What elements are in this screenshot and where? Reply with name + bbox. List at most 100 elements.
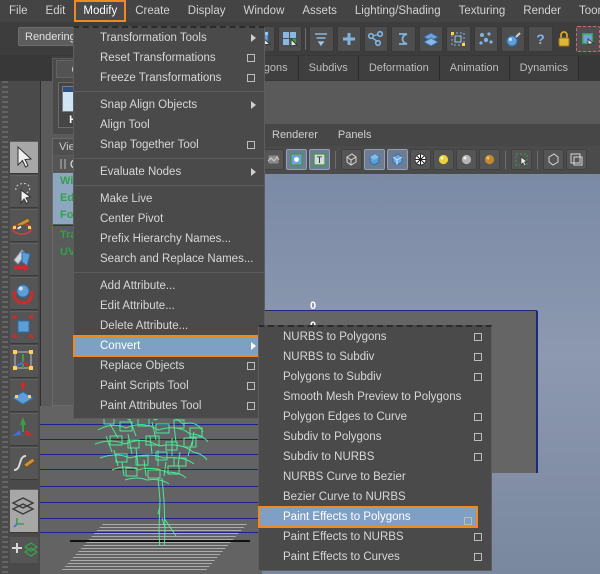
shelf-tab-deformation[interactable]: Deformation	[358, 56, 440, 80]
option-box-icon[interactable]	[474, 453, 482, 461]
smooth-shade-textured-icon[interactable]	[387, 149, 408, 170]
menu-item-search-and-replace-names[interactable]: Search and Replace Names...	[74, 249, 264, 269]
submenu-item-subdiv-to-polygons[interactable]: Subdiv to Polygons	[259, 427, 491, 447]
menu-item-replace-objects[interactable]: Replace Objects	[74, 356, 264, 376]
universal-manipulator-tool-button[interactable]	[10, 345, 38, 378]
quick-layout-buttons[interactable]	[10, 537, 39, 563]
menu-item-prefix-hierarchy-names[interactable]: Prefix Hierarchy Names...	[74, 229, 264, 249]
texture-icon[interactable]	[263, 149, 284, 170]
layers-icon[interactable]	[418, 26, 444, 52]
menu-item-add-attribute[interactable]: Add Attribute...	[74, 276, 264, 296]
render-sequence-icon[interactable]	[277, 26, 303, 52]
menu-item-convert[interactable]: Convert	[73, 335, 265, 357]
menu-item-delete-attribute[interactable]: Delete Attribute...	[74, 316, 264, 336]
option-box-icon[interactable]	[247, 74, 255, 82]
viewport-menu-panels[interactable]: Panels	[328, 124, 382, 146]
option-box-icon[interactable]	[247, 382, 255, 390]
option-box-icon[interactable]	[474, 353, 482, 361]
menu-lighting-shading[interactable]: Lighting/Shading	[346, 0, 450, 22]
option-box-icon[interactable]	[247, 402, 255, 410]
menu-item-center-pivot[interactable]: Center Pivot	[74, 209, 264, 229]
menu-toon[interactable]: Toon	[570, 0, 600, 22]
menu-texturing[interactable]: Texturing	[450, 0, 515, 22]
submenu-item-bezier-curve-to-nurbs[interactable]: Bezier Curve to NURBS	[259, 487, 491, 507]
shelf-tab-animation[interactable]: Animation	[439, 56, 510, 80]
help-question-icon[interactable]: ?	[528, 26, 553, 52]
smooth-shade-icon[interactable]	[364, 149, 385, 170]
paint-sphere-icon[interactable]	[500, 26, 526, 52]
menu-item-paint-scripts-tool[interactable]: Paint Scripts Tool	[74, 376, 264, 396]
menu-file[interactable]: File	[0, 0, 37, 22]
particles-icon[interactable]	[473, 26, 498, 52]
add-plus-icon[interactable]	[336, 26, 361, 52]
menu-item-edit-attribute[interactable]: Edit Attribute...	[74, 296, 264, 316]
menu-edit[interactable]: Edit	[37, 0, 75, 22]
submenu-item-polygons-to-subdiv[interactable]: Polygons to Subdiv	[259, 367, 491, 387]
option-box-icon[interactable]	[474, 413, 482, 421]
option-box-icon[interactable]	[474, 333, 482, 341]
xray-icon[interactable]	[286, 149, 307, 170]
shadows-icon[interactable]	[479, 149, 500, 170]
snapshot-icon[interactable]	[575, 26, 600, 52]
paint-select-tool-button[interactable]	[10, 209, 38, 242]
menu-window[interactable]: Window	[234, 0, 293, 22]
submenu-item-smooth-mesh-preview-to-polygons[interactable]: Smooth Mesh Preview to Polygons	[259, 387, 491, 407]
shelf-tab-dynamics[interactable]: Dynamics	[509, 56, 579, 80]
option-box-icon[interactable]	[247, 362, 255, 370]
submenu-item-paint-effects-to-polygons[interactable]: Paint Effects to Polygons	[258, 506, 478, 528]
perspective-viewport[interactable]	[40, 406, 262, 574]
wireframe-icon[interactable]	[341, 149, 362, 170]
menu-item-transformation-tools[interactable]: Transformation Tools	[74, 28, 264, 48]
option-box-icon[interactable]	[474, 533, 482, 541]
show-manipulator-tool-button[interactable]	[10, 413, 38, 446]
isolate-select-icon[interactable]	[543, 149, 564, 170]
menu-item-snap-together-tool[interactable]: Snap Together Tool	[74, 135, 264, 155]
all-lights-icon[interactable]	[456, 149, 477, 170]
menu-display[interactable]: Display	[179, 0, 235, 22]
selection-marquee-icon[interactable]	[511, 149, 532, 170]
default-light-icon[interactable]	[433, 149, 454, 170]
submenu-item-subdiv-to-nurbs[interactable]: Subdiv to NURBS	[259, 447, 491, 467]
menu-assets[interactable]: Assets	[293, 0, 346, 22]
menu-item-make-live[interactable]: Make Live	[74, 189, 264, 209]
submenu-item-polygon-edges-to-curve[interactable]: Polygon Edges to Curve	[259, 407, 491, 427]
option-box-icon[interactable]	[474, 373, 482, 381]
option-box-icon[interactable]	[474, 433, 482, 441]
ipr-render-icon[interactable]	[309, 26, 334, 52]
submenu-item-paint-effects-to-nurbs[interactable]: Paint Effects to NURBS	[259, 527, 491, 547]
menu-item-snap-align-objects[interactable]: Snap Align Objects	[74, 95, 264, 115]
option-box-icon[interactable]	[247, 141, 255, 149]
submenu-item-paint-effects-to-curves[interactable]: Paint Effects to Curves	[259, 547, 491, 567]
menu-modify[interactable]: Modify	[74, 0, 127, 22]
shelf-tab-subdivs[interactable]: Subdivs	[298, 56, 359, 80]
lasso-select-tool-button[interactable]	[10, 175, 38, 208]
xray-joints-icon[interactable]	[566, 149, 587, 170]
viewport-menu-renderer[interactable]: Renderer	[262, 124, 328, 146]
selection-box-icon[interactable]	[446, 26, 471, 52]
curve-icon[interactable]	[391, 26, 416, 52]
last-tool-used-button[interactable]	[10, 447, 38, 480]
scale-tool-button[interactable]	[10, 311, 38, 344]
text-icon[interactable]: T	[309, 149, 330, 170]
menu-item-freeze-transformations[interactable]: Freeze Transformations	[74, 68, 264, 88]
menu-create[interactable]: Create	[126, 0, 179, 22]
menu-item-align-tool[interactable]: Align Tool	[74, 115, 264, 135]
menu-render[interactable]: Render	[514, 0, 570, 22]
option-box-icon[interactable]	[247, 54, 255, 62]
submenu-item-nurbs-to-polygons[interactable]: NURBS to Polygons	[259, 327, 491, 347]
option-box-icon[interactable]	[474, 553, 482, 561]
toolbox-grip[interactable]	[2, 81, 8, 574]
rotate-tool-button[interactable]	[10, 277, 38, 310]
layout-quad-view-button[interactable]	[10, 489, 38, 533]
select-tool-button[interactable]	[10, 141, 38, 174]
submenu-item-nurbs-curve-to-bezier[interactable]: NURBS Curve to Bezier	[259, 467, 491, 487]
move-tool-button[interactable]	[10, 243, 38, 276]
menu-item-evaluate-nodes[interactable]: Evaluate Nodes	[74, 162, 264, 182]
submenu-item-nurbs-to-subdiv[interactable]: NURBS to Subdiv	[259, 347, 491, 367]
menu-item-paint-attributes-tool[interactable]: Paint Attributes Tool	[74, 396, 264, 416]
lock-icon[interactable]	[556, 28, 573, 50]
option-box-icon[interactable]	[464, 517, 472, 525]
menu-item-reset-transformations[interactable]: Reset Transformations	[74, 48, 264, 68]
soft-modification-tool-button[interactable]	[10, 379, 38, 412]
checker-icon[interactable]	[410, 149, 431, 170]
